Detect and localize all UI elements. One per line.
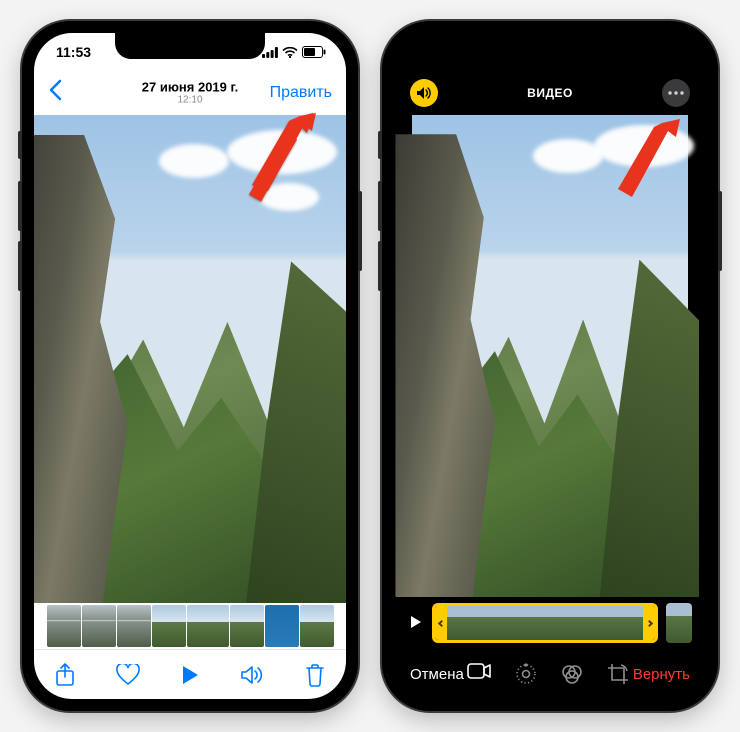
stage: 11:53: [0, 0, 740, 732]
thumb-item[interactable]: [230, 605, 264, 647]
mute-switch: [378, 131, 382, 159]
status-right: [262, 46, 326, 58]
crop-tool-icon[interactable]: [607, 663, 629, 685]
sound-toggle[interactable]: [410, 79, 438, 107]
phone-right: .. ВИДЕО: [382, 21, 718, 711]
back-button[interactable]: [48, 79, 62, 107]
video-content: [412, 115, 688, 597]
more-button[interactable]: [662, 79, 690, 107]
nav-bar: 27 июня 2019 г. 12:10 Править: [34, 71, 346, 115]
wifi-icon: [282, 47, 298, 58]
adjust-tool-icon[interactable]: [515, 663, 537, 685]
editor-bottom-bar: Отмена: [394, 649, 706, 699]
speaker-icon: [416, 86, 432, 100]
timeline-play-button[interactable]: [408, 615, 424, 632]
play-icon[interactable]: [181, 665, 199, 685]
status-time: 11:53: [56, 44, 91, 60]
video-tool-icon[interactable]: [467, 663, 491, 685]
video-preview[interactable]: [394, 115, 706, 597]
bottom-toolbar: [34, 649, 346, 699]
editor-top-bar: ВИДЕО: [394, 71, 706, 115]
thumb-item[interactable]: [300, 605, 334, 647]
thumb-item[interactable]: [82, 605, 116, 647]
nav-time: 12:10: [142, 95, 238, 106]
nav-title: 27 июня 2019 г. 12:10: [142, 80, 238, 105]
edit-button[interactable]: Править: [270, 84, 332, 102]
ellipsis-icon: [668, 91, 684, 95]
filters-tool-icon[interactable]: [561, 663, 583, 685]
thumb-item[interactable]: [152, 605, 186, 647]
volume-up-button: [18, 181, 22, 231]
thumb-item-current[interactable]: [187, 605, 229, 647]
trash-icon[interactable]: [305, 663, 325, 687]
volume-icon[interactable]: [240, 665, 264, 685]
editor-title: ВИДЕО: [527, 86, 573, 100]
battery-icon: [302, 46, 326, 58]
revert-button[interactable]: Вернуть: [633, 666, 690, 683]
photo-content: [34, 115, 346, 603]
volume-up-button: [378, 181, 382, 231]
trim-handle-left[interactable]: [435, 606, 447, 640]
heart-icon[interactable]: [116, 664, 140, 686]
editor-tool-tabs: [467, 663, 629, 685]
thumbnail-strip[interactable]: [34, 603, 346, 649]
trim-timeline[interactable]: [432, 603, 658, 643]
mute-switch: [18, 131, 22, 159]
notch: [475, 33, 625, 59]
phone-left: 11:53: [22, 21, 358, 711]
power-button: [718, 191, 722, 271]
power-button: [358, 191, 362, 271]
thumb-item[interactable]: [47, 605, 81, 647]
volume-down-button: [18, 241, 22, 291]
cancel-button[interactable]: Отмена: [410, 666, 464, 683]
screen-video-editor: .. ВИДЕО: [394, 33, 706, 699]
timeline-row: [394, 597, 706, 649]
signal-icon: [262, 47, 278, 58]
photo-viewport[interactable]: [34, 115, 346, 603]
screen-photos-detail: 11:53: [34, 33, 346, 699]
timeline-overflow[interactable]: [666, 603, 692, 643]
thumb-item[interactable]: [117, 605, 151, 647]
volume-down-button: [378, 241, 382, 291]
trim-handle-right[interactable]: [643, 606, 655, 640]
thumb-item[interactable]: [265, 605, 299, 647]
notch: [115, 33, 265, 59]
share-icon[interactable]: [55, 663, 75, 687]
nav-date: 27 июня 2019 г.: [142, 80, 238, 94]
